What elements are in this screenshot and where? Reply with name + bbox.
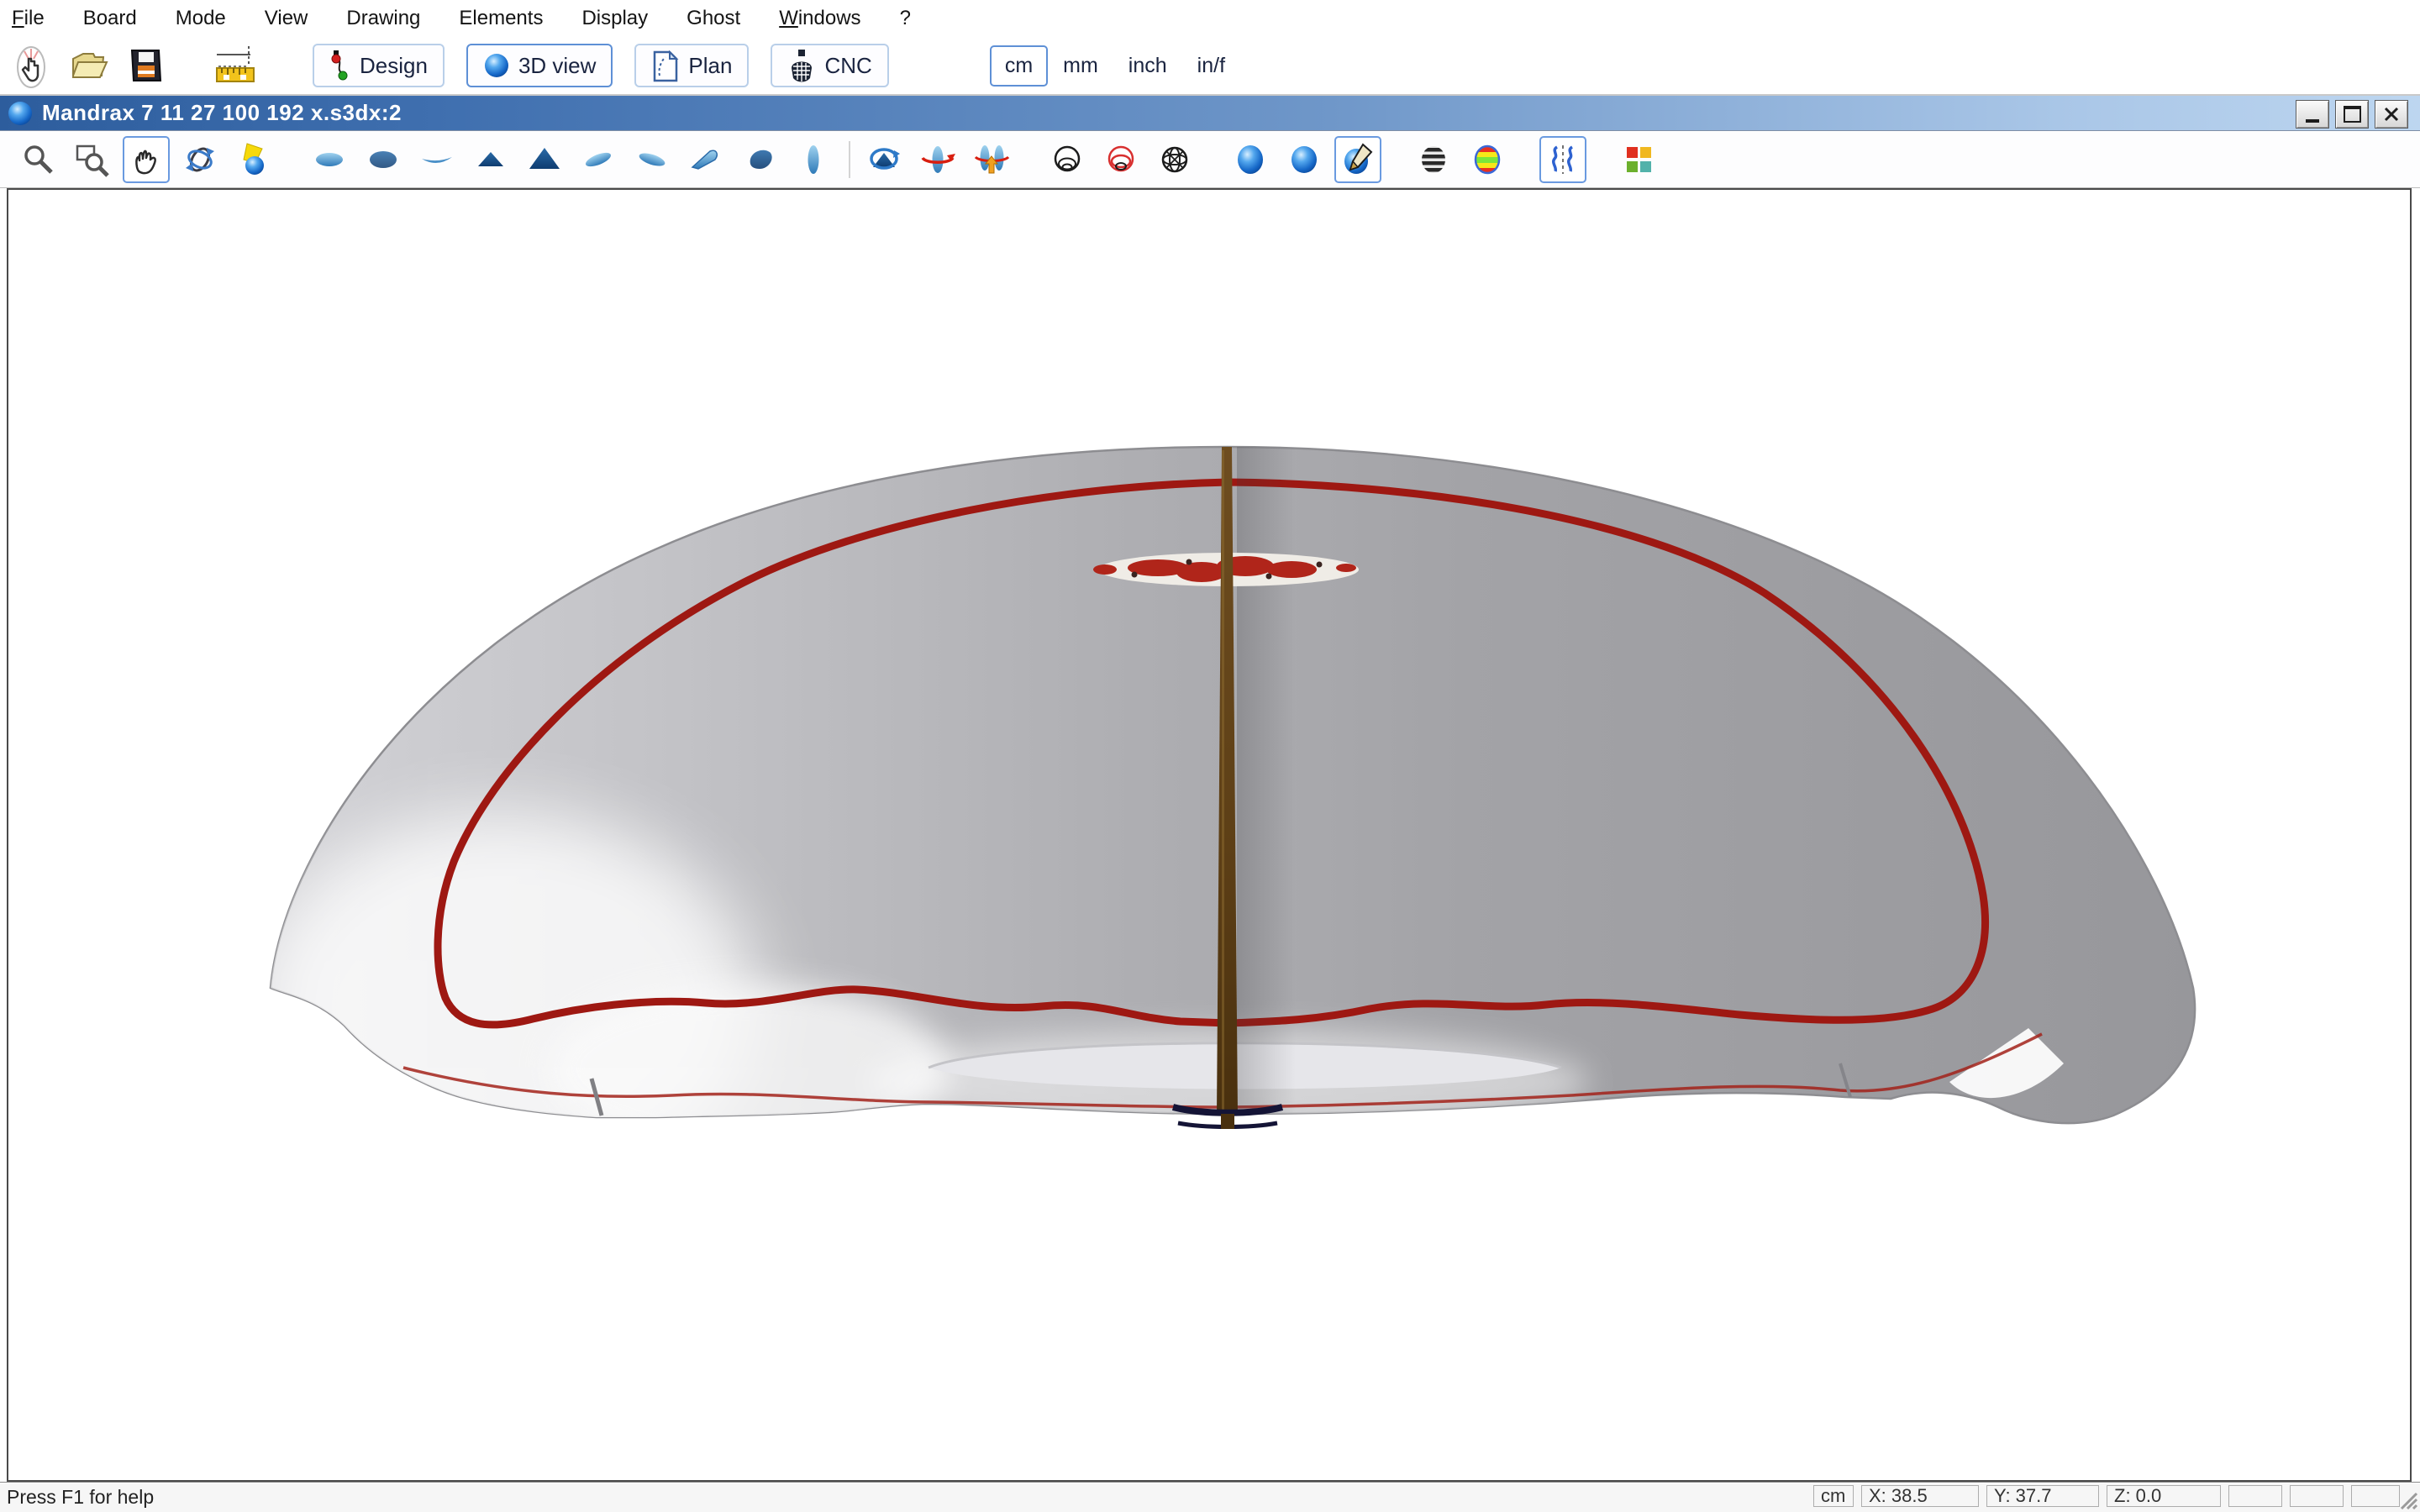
design-mode-button[interactable]: Design (313, 44, 445, 87)
view-side-icon[interactable] (413, 136, 460, 183)
menu-board[interactable]: Board (83, 7, 137, 30)
status-empty-1 (2228, 1485, 2282, 1507)
render-mesh-icon[interactable] (1151, 136, 1198, 183)
menu-windows[interactable]: Windows (779, 7, 860, 30)
design-mode-label: Design (360, 53, 428, 79)
document-title: Mandrax 7 11 27 100 192 x.s3dx:2 (42, 100, 402, 126)
menu-drawing[interactable]: Drawing (346, 7, 420, 30)
render-smooth-icon[interactable] (1281, 136, 1328, 183)
colors-icon[interactable] (1615, 136, 1662, 183)
maximize-button[interactable] (2335, 100, 2369, 129)
menu-elements[interactable]: Elements (459, 7, 543, 30)
view-outline-icon[interactable] (790, 136, 837, 183)
status-bar: Press F1 for help cm X: 38.5 Y: 37.7 Z: … (0, 1482, 2420, 1512)
unit-inch[interactable]: inch (1113, 45, 1182, 87)
units-group: cm mm inch in/f (990, 45, 1240, 87)
document-titlebar[interactable]: Mandrax 7 11 27 100 192 x.s3dx:2 (0, 94, 2420, 131)
unit-cm[interactable]: cm (990, 45, 1048, 87)
main-toolbar: Design 3D view Plan CNC cm mm inch in/f (0, 37, 2420, 94)
rotate-view-icon[interactable] (914, 136, 961, 183)
view-front-icon[interactable] (467, 136, 514, 183)
save-icon[interactable] (119, 41, 171, 90)
render-wireframe-red-icon[interactable] (1097, 136, 1144, 183)
sphere-icon (483, 52, 510, 79)
status-unit: cm (1813, 1485, 1854, 1507)
plan-document-icon (651, 49, 680, 82)
view-top-icon[interactable] (306, 136, 353, 183)
status-x: X: 38.5 (1861, 1485, 1979, 1507)
document-sphere-icon (7, 100, 34, 127)
render-solid-icon[interactable] (1227, 136, 1274, 183)
plan-mode-label: Plan (688, 53, 732, 79)
view-bottom-icon[interactable] (360, 136, 407, 183)
symmetry-icon[interactable] (1539, 136, 1586, 183)
view-back-icon[interactable] (521, 136, 568, 183)
menu-file[interactable]: File (12, 7, 45, 30)
status-y: Y: 37.7 (1986, 1485, 2099, 1507)
close-button[interactable] (2375, 100, 2408, 129)
spin-view-icon[interactable] (860, 136, 908, 183)
pan-icon[interactable] (123, 136, 170, 183)
status-empty-3 (2351, 1485, 2400, 1507)
menu-help[interactable]: ? (900, 7, 911, 30)
orbit-icon[interactable] (176, 136, 224, 183)
view-persp-right-icon[interactable] (629, 136, 676, 183)
view-quarter-right-icon[interactable] (736, 136, 783, 183)
resize-grip[interactable] (2396, 1488, 2418, 1510)
zoom-window-icon[interactable] (69, 136, 116, 183)
threed-view-mode-label: 3D view (518, 53, 596, 79)
pointer-hand-icon[interactable] (5, 41, 57, 90)
viewport-3d[interactable] (7, 188, 2412, 1482)
view-quarter-left-icon[interactable] (682, 136, 729, 183)
plan-mode-button[interactable]: Plan (634, 44, 749, 87)
render-curvature-icon[interactable] (1464, 136, 1511, 183)
render-wireframe-icon[interactable] (1044, 136, 1091, 183)
unit-inf[interactable]: in/f (1182, 45, 1240, 87)
status-empty-2 (2290, 1485, 2344, 1507)
flip-view-icon[interactable] (968, 136, 1015, 183)
render-zebra-icon[interactable] (1410, 136, 1457, 183)
menu-view[interactable]: View (265, 7, 308, 30)
status-help-text: Press F1 for help (7, 1486, 154, 1509)
zoom-icon[interactable] (15, 136, 62, 183)
status-z: Z: 0.0 (2107, 1485, 2221, 1507)
minimize-button[interactable] (2296, 100, 2329, 129)
menu-bar: File Board Mode View Drawing Elements Di… (0, 0, 2420, 37)
menu-ghost[interactable]: Ghost (687, 7, 740, 30)
close-icon (2384, 107, 2399, 122)
open-folder-icon[interactable] (62, 41, 114, 90)
view-toolbar (0, 131, 2420, 188)
unit-mm[interactable]: mm (1048, 45, 1113, 87)
maximize-icon (2344, 106, 2361, 123)
view-persp-left-icon[interactable] (575, 136, 622, 183)
light-icon[interactable] (230, 136, 277, 183)
cnc-mill-icon (787, 48, 816, 83)
minimize-icon (2306, 119, 2319, 123)
menu-display[interactable]: Display (581, 7, 648, 30)
ruler-icon[interactable] (210, 41, 262, 90)
cnc-mode-label: CNC (824, 53, 871, 79)
cnc-mode-button[interactable]: CNC (771, 44, 888, 87)
threed-view-mode-button[interactable]: 3D view (466, 44, 613, 87)
design-nodes-icon (329, 49, 351, 82)
toolbar-separator (849, 141, 850, 178)
menu-mode[interactable]: Mode (176, 7, 226, 30)
surfboard-3d-render (8, 190, 2410, 1480)
render-paint-icon[interactable] (1334, 136, 1381, 183)
